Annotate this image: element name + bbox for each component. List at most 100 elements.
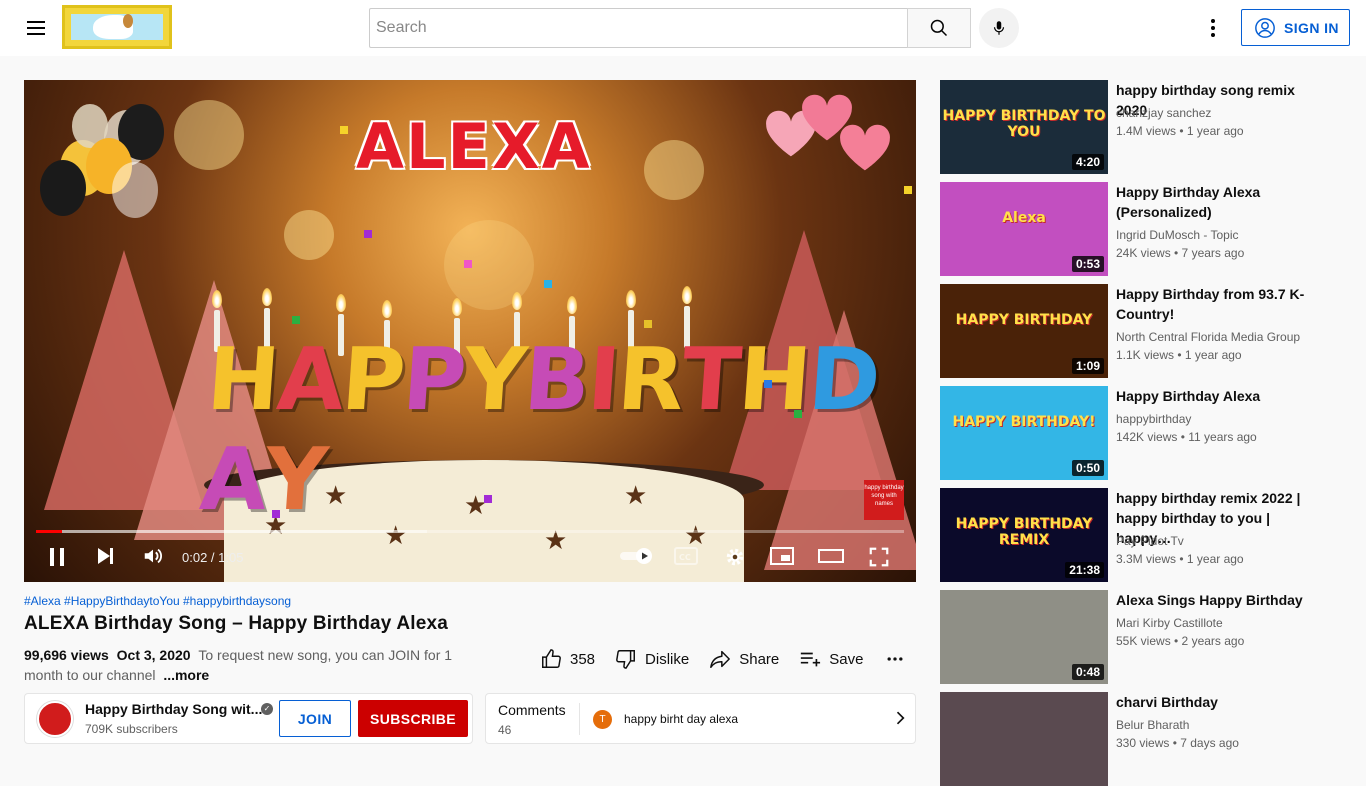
recommendation-title[interactable]: Alexa Sings Happy Birthday — [1116, 590, 1316, 610]
dislike-button[interactable]: Dislike — [615, 648, 689, 670]
duration-badge: 1:09 — [1071, 358, 1104, 374]
join-button[interactable]: JOIN — [279, 700, 351, 737]
miniplayer-button[interactable] — [770, 546, 794, 566]
description-line-2: month to our channel — [24, 667, 156, 683]
fullscreen-button[interactable] — [868, 546, 890, 568]
channel-name[interactable]: Happy Birthday Song wit... — [85, 701, 262, 717]
subscribe-button[interactable]: SUBSCRIBE — [358, 700, 468, 737]
recommendation-item[interactable]: HAPPY BIRTHDAY REMIX 21:38 happy birthday … — [940, 488, 1350, 582]
theater-mode-button[interactable] — [818, 546, 844, 566]
sign-in-label: SIGN IN — [1284, 19, 1339, 36]
recommendation-title[interactable]: Happy Birthday from 93.7 K-Country! — [1116, 284, 1316, 324]
volume-button[interactable] — [142, 545, 164, 567]
subscriber-count: 709K subscribers — [85, 722, 178, 736]
video-thumbnail[interactable]: 0:48 — [940, 590, 1108, 684]
letter: P — [399, 330, 468, 430]
comment-preview: happy birht day alexa — [624, 712, 739, 726]
hamburger-menu-icon[interactable] — [20, 12, 52, 44]
video-thumbnail[interactable]: HAPPY BIRTHDAY 1:09 — [940, 284, 1108, 378]
description-snippet[interactable]: 99,696 views Oct 3, 2020 To request new … — [24, 645, 454, 685]
thumbnail-caption: HAPPY BIRTHDAY REMIX — [955, 516, 1093, 548]
confetti — [464, 260, 472, 268]
recommendation-item[interactable]: 0:48 Alexa Sings Happy Birthday Mari Kirby… — [940, 590, 1350, 684]
video-thumbnail[interactable]: HAPPY BIRTHDAY REMIX 21:38 — [940, 488, 1108, 582]
miniplayer-icon — [770, 547, 794, 565]
theater-mode-icon — [818, 549, 844, 563]
video-thumbnail[interactable]: Alexa 0:53 — [940, 182, 1108, 276]
video-thumbnail[interactable] — [940, 692, 1108, 786]
like-count: 358 — [570, 650, 596, 668]
confetti — [544, 280, 552, 288]
recommendation-meta: 330 views • 7 days ago — [1116, 736, 1239, 750]
subtitles-button[interactable]: CC — [674, 546, 698, 566]
voice-search-button[interactable] — [979, 8, 1019, 48]
search-box — [369, 8, 908, 48]
recommendation-channel[interactable]: North Central Florida Media Group — [1116, 330, 1300, 344]
confetti — [644, 320, 652, 328]
confetti — [764, 380, 772, 388]
recommendation-channel[interactable]: charlzjay sanchez — [1116, 106, 1211, 120]
hashtags-link[interactable]: #Alexa #HappyBirthdaytoYou #happybirthda… — [24, 594, 291, 608]
progress-bar[interactable] — [36, 530, 904, 533]
channel-avatar[interactable] — [37, 701, 73, 737]
pause-button[interactable] — [48, 545, 68, 569]
recommendation-title[interactable]: Happy Birthday Alexa — [1116, 386, 1316, 406]
pause-icon — [50, 548, 64, 566]
video-thumbnail[interactable]: HAPPY BIRTHDAY TO YOU 4:20 — [940, 80, 1108, 174]
more-actions-button[interactable] — [883, 649, 905, 669]
recommendation-channel[interactable]: Mari Kirby Castillote — [1116, 616, 1223, 630]
bokeh-light — [174, 100, 244, 170]
show-more-link[interactable]: ...more — [163, 667, 209, 683]
letter: R — [614, 330, 686, 430]
recommendation-channel[interactable]: Belur Bharath — [1116, 718, 1189, 732]
recommendation-channel[interactable]: Pay Pidot Tv — [1116, 534, 1184, 548]
bokeh-light — [644, 140, 704, 200]
channel-logo[interactable] — [62, 5, 172, 49]
recommendation-item[interactable]: HAPPY BIRTHDAY 1:09 Happy Birthday from 93… — [940, 284, 1350, 378]
comments-teaser[interactable]: Comments 46 T happy birht day alexa — [485, 693, 916, 744]
happy-birthday-candle-letters: HAPPY BIRTHDAY — [197, 330, 916, 530]
buffered-bar — [36, 530, 427, 533]
name-balloon-letters: ALEXA — [356, 110, 592, 183]
thumbnail-caption: Alexa — [1002, 210, 1046, 226]
recommendation-item[interactable]: HAPPY BIRTHDAY! 0:50 Happy Birthday Alexa h… — [940, 386, 1350, 480]
more-horizontal-icon — [887, 657, 903, 661]
next-button[interactable] — [96, 545, 116, 567]
like-button[interactable]: 358 — [540, 648, 595, 670]
autoplay-toggle-icon — [620, 548, 652, 564]
volume-icon — [144, 548, 162, 564]
save-button[interactable]: Save — [799, 648, 863, 670]
dislike-label: Dislike — [645, 650, 690, 668]
video-player[interactable]: ★ ★ ★ ★ ★ ★ ★ HAPPY BIRTHDAY ALEXA happy… — [24, 80, 916, 582]
recommendation-item[interactable]: charvi Birthday Belur Bharath 330 views • … — [940, 692, 1350, 786]
commenter-avatar: T — [593, 710, 612, 729]
thumbnail-caption: HAPPY BIRTHDAY TO YOU — [942, 108, 1106, 140]
recommendation-item[interactable]: HAPPY BIRTHDAY TO YOU 4:20 happy birthday … — [940, 80, 1350, 174]
settings-button[interactable] — [724, 546, 746, 568]
confetti — [484, 495, 492, 503]
recommendation-meta: 55K views • 2 years ago — [1116, 634, 1245, 648]
heart-balloon-icon — [840, 124, 890, 171]
candle-flame — [336, 294, 346, 312]
share-button[interactable]: Share — [709, 648, 779, 670]
thumbs-down-icon — [616, 650, 636, 669]
recommendation-title[interactable]: charvi Birthday — [1116, 692, 1316, 712]
watermark-logo: happy birthday song with names — [864, 480, 904, 520]
thumbnail-caption: HAPPY BIRTHDAY — [955, 312, 1093, 328]
comments-label: Comments — [498, 702, 566, 718]
search-input[interactable] — [370, 9, 908, 47]
recommendation-channel[interactable]: Ingrid DuMosch - Topic — [1116, 228, 1239, 242]
confetti — [340, 126, 348, 134]
recommendation-channel[interactable]: happybirthday — [1116, 412, 1191, 426]
recommendation-title[interactable]: Happy Birthday Alexa (Personalized) — [1116, 182, 1316, 222]
search-button[interactable] — [907, 8, 971, 48]
recommendation-item[interactable]: Alexa 0:53 Happy Birthday Alexa (Personali… — [940, 182, 1350, 276]
video-thumbnail[interactable]: HAPPY BIRTHDAY! 0:50 — [940, 386, 1108, 480]
candle-flame — [626, 290, 636, 308]
sign-in-button[interactable]: SIGN IN — [1241, 9, 1350, 46]
settings-menu-icon[interactable] — [1201, 16, 1225, 40]
letter: A — [273, 330, 346, 430]
search-icon — [930, 19, 948, 37]
candle-flame — [682, 286, 692, 304]
autoplay-toggle[interactable] — [618, 546, 654, 566]
